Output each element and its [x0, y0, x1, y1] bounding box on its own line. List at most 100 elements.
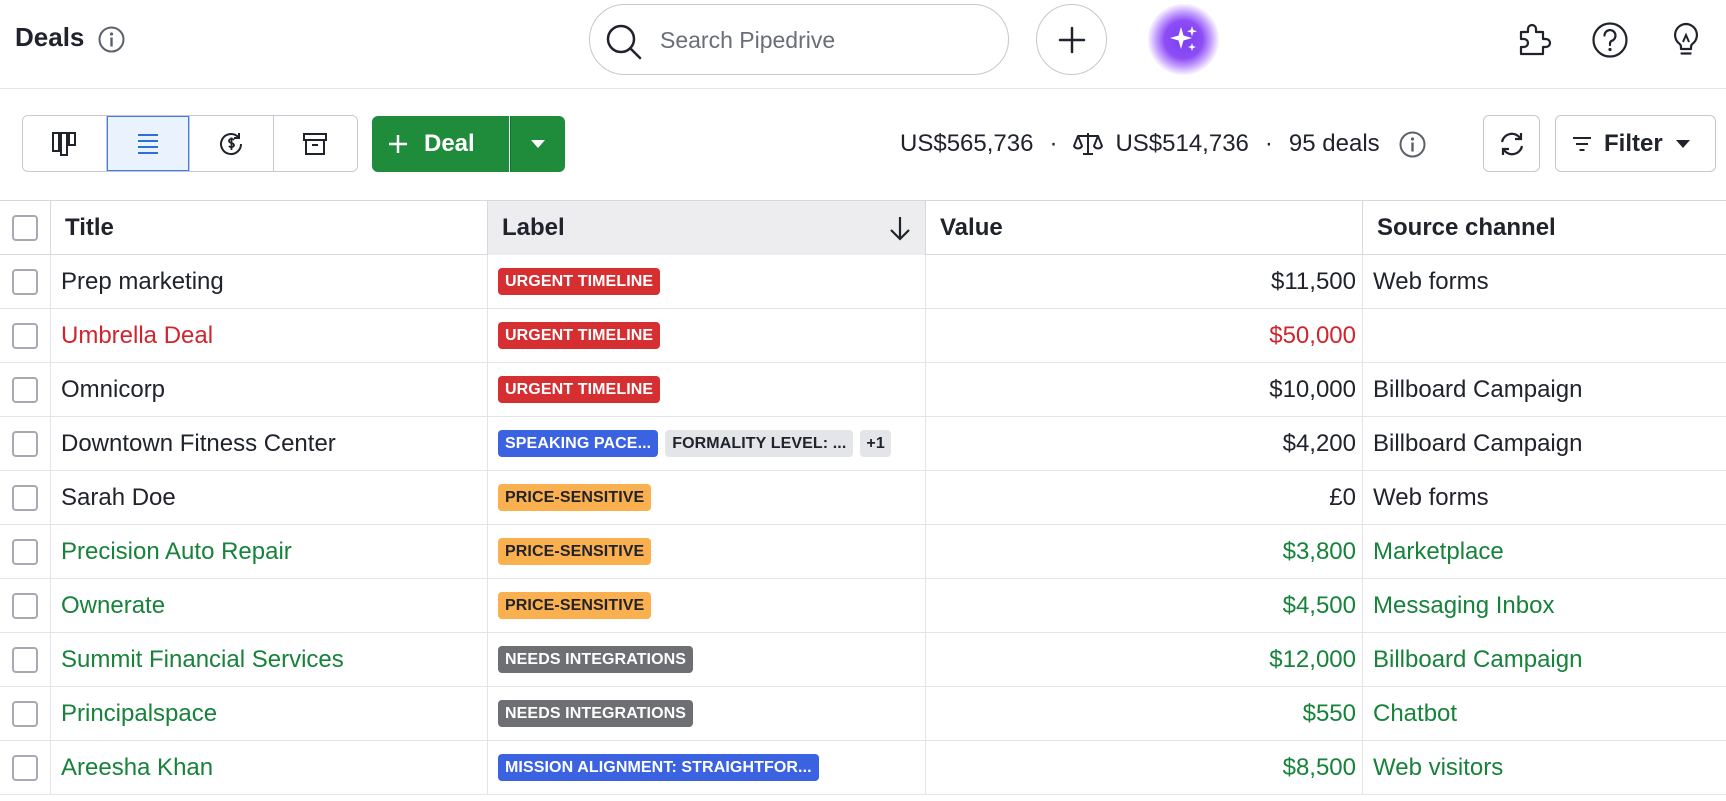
column-header-label[interactable]: Label: [488, 201, 926, 255]
deal-source-channel[interactable]: Messaging Inbox: [1363, 579, 1726, 632]
deal-title[interactable]: Sarah Doe: [51, 471, 488, 524]
column-value-label: Value: [940, 214, 1003, 241]
column-label-label: Label: [502, 214, 565, 241]
deal-label-tag[interactable]: MISSION ALIGNMENT: STRAIGHTFOR...: [498, 754, 819, 781]
row-checkbox[interactable]: [12, 484, 38, 511]
row-checkbox[interactable]: [12, 538, 38, 565]
deal-labels-cell[interactable]: PRICE-SENSITIVE: [488, 525, 926, 578]
sync-button[interactable]: [1483, 115, 1540, 172]
search-bar[interactable]: [589, 4, 1009, 75]
deal-label-tag[interactable]: URGENT TIMELINE: [498, 376, 661, 403]
deal-title[interactable]: Precision Auto Repair: [51, 525, 488, 578]
deal-title[interactable]: Areesha Khan: [51, 741, 488, 794]
info-icon[interactable]: [97, 25, 126, 54]
deal-title[interactable]: Umbrella Deal: [51, 309, 488, 362]
deal-labels-cell[interactable]: PRICE-SENSITIVE: [488, 579, 926, 632]
row-checkbox[interactable]: [12, 430, 38, 457]
deal-label-tag[interactable]: PRICE-SENSITIVE: [498, 592, 652, 619]
row-select-cell: [0, 525, 51, 578]
column-header-title[interactable]: Title: [51, 201, 488, 255]
deal-value[interactable]: $4,200: [926, 417, 1363, 470]
separator: ·: [1264, 130, 1273, 157]
deal-label-tag[interactable]: NEEDS INTEGRATIONS: [498, 700, 694, 727]
table-row[interactable]: Summit Financial Services NEEDS INTEGRAT…: [0, 633, 1726, 687]
sparkle-icon: [1170, 26, 1197, 51]
deal-labels-cell[interactable]: NEEDS INTEGRATIONS: [488, 687, 926, 740]
table-row[interactable]: Areesha Khan MISSION ALIGNMENT: STRAIGHT…: [0, 741, 1726, 795]
deal-value[interactable]: $11,500: [926, 255, 1363, 308]
archive-view-button[interactable]: [273, 116, 357, 171]
deal-source-channel[interactable]: Web visitors: [1363, 741, 1726, 794]
deal-source-channel[interactable]: Billboard Campaign: [1363, 633, 1726, 686]
deal-source-channel[interactable]: Marketplace: [1363, 525, 1726, 578]
deal-label-tag[interactable]: SPEAKING PACE...: [498, 430, 659, 457]
add-deal-dropdown-button[interactable]: [510, 116, 565, 172]
deal-label-tag[interactable]: PRICE-SENSITIVE: [498, 484, 652, 511]
deal-label-tag[interactable]: +1: [860, 430, 891, 457]
deal-labels-cell[interactable]: PRICE-SENSITIVE: [488, 471, 926, 524]
row-checkbox[interactable]: [12, 646, 38, 673]
deal-label-tag[interactable]: URGENT TIMELINE: [498, 268, 661, 295]
deal-title[interactable]: Ownerate: [51, 579, 488, 632]
deal-label-tag[interactable]: NEEDS INTEGRATIONS: [498, 646, 694, 673]
filter-button[interactable]: Filter: [1555, 115, 1716, 172]
deal-value[interactable]: $50,000: [926, 309, 1363, 362]
deal-source-channel[interactable]: [1363, 309, 1726, 362]
caret-down-icon: [531, 140, 545, 148]
deal-value[interactable]: $3,800: [926, 525, 1363, 578]
ai-assistant-button[interactable]: [1148, 4, 1219, 75]
quick-add-button[interactable]: [1036, 4, 1107, 75]
row-checkbox[interactable]: [12, 700, 38, 727]
row-checkbox[interactable]: [12, 592, 38, 619]
row-checkbox[interactable]: [12, 754, 38, 781]
info-icon[interactable]: [1398, 130, 1427, 159]
table-row[interactable]: Ownerate PRICE-SENSITIVE $4,500 Messagin…: [0, 579, 1726, 633]
deal-title[interactable]: Omnicorp: [51, 363, 488, 416]
marketplace-puzzle-icon[interactable]: [1513, 20, 1553, 60]
deal-title[interactable]: Summit Financial Services: [51, 633, 488, 686]
deal-title[interactable]: Downtown Fitness Center: [51, 417, 488, 470]
help-icon[interactable]: [1590, 20, 1630, 60]
deal-label-tag[interactable]: PRICE-SENSITIVE: [498, 538, 652, 565]
table-row[interactable]: Prep marketing URGENT TIMELINE $11,500 W…: [0, 255, 1726, 309]
add-deal-button[interactable]: Deal: [372, 116, 509, 172]
forecast-view-button[interactable]: [190, 116, 274, 171]
deal-labels-cell[interactable]: SPEAKING PACE... FORMALITY LEVEL: ... +1: [488, 417, 926, 470]
deal-label-tag[interactable]: URGENT TIMELINE: [498, 322, 661, 349]
deal-value[interactable]: $550: [926, 687, 1363, 740]
lightbulb-icon[interactable]: [1666, 20, 1706, 60]
deal-labels-cell[interactable]: URGENT TIMELINE: [488, 309, 926, 362]
deal-value[interactable]: $12,000: [926, 633, 1363, 686]
row-checkbox[interactable]: [12, 376, 38, 403]
deal-value[interactable]: $4,500: [926, 579, 1363, 632]
table-row[interactable]: Downtown Fitness Center SPEAKING PACE...…: [0, 417, 1726, 471]
deal-source-channel[interactable]: Billboard Campaign: [1363, 417, 1726, 470]
table-row[interactable]: Umbrella Deal URGENT TIMELINE $50,000: [0, 309, 1726, 363]
deal-labels-cell[interactable]: MISSION ALIGNMENT: STRAIGHTFOR...: [488, 741, 926, 794]
deal-label-tag[interactable]: FORMALITY LEVEL: ...: [665, 430, 854, 457]
deal-value[interactable]: £0: [926, 471, 1363, 524]
search-input[interactable]: [660, 23, 990, 57]
deal-labels-cell[interactable]: NEEDS INTEGRATIONS: [488, 633, 926, 686]
row-checkbox[interactable]: [12, 322, 38, 349]
deal-source-channel[interactable]: Chatbot: [1363, 687, 1726, 740]
deal-title[interactable]: Prep marketing: [51, 255, 488, 308]
deal-source-channel[interactable]: Web forms: [1363, 471, 1726, 524]
column-header-source-channel[interactable]: Source channel: [1363, 201, 1726, 255]
select-all-checkbox[interactable]: [12, 215, 38, 241]
table-row[interactable]: Sarah Doe PRICE-SENSITIVE £0 Web forms: [0, 471, 1726, 525]
deal-labels-cell[interactable]: URGENT TIMELINE: [488, 255, 926, 308]
deal-source-channel[interactable]: Web forms: [1363, 255, 1726, 308]
column-header-value[interactable]: Value: [926, 201, 1363, 255]
deal-value[interactable]: $8,500: [926, 741, 1363, 794]
deal-source-channel[interactable]: Billboard Campaign: [1363, 363, 1726, 416]
table-row[interactable]: Precision Auto Repair PRICE-SENSITIVE $3…: [0, 525, 1726, 579]
table-row[interactable]: Omnicorp URGENT TIMELINE $10,000 Billboa…: [0, 363, 1726, 417]
table-row[interactable]: Principalspace NEEDS INTEGRATIONS $550 C…: [0, 687, 1726, 741]
pipeline-view-button[interactable]: [23, 116, 107, 171]
row-checkbox[interactable]: [12, 268, 38, 295]
deal-value[interactable]: $10,000: [926, 363, 1363, 416]
list-view-button[interactable]: [106, 116, 190, 171]
deal-title[interactable]: Principalspace: [51, 687, 488, 740]
deal-labels-cell[interactable]: URGENT TIMELINE: [488, 363, 926, 416]
